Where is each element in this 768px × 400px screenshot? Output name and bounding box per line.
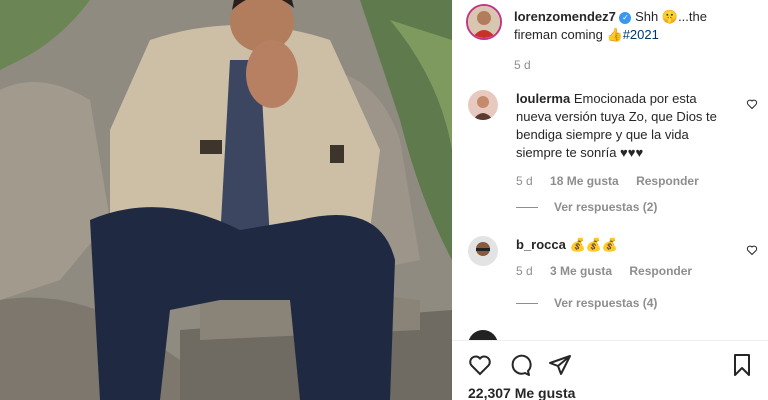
heart-icon[interactable] [746, 98, 758, 110]
author-username[interactable]: lorenzomendez7 [514, 9, 616, 24]
comment-meta: 5 d 3 Me gusta Responder [516, 264, 734, 278]
share-icon[interactable] [548, 353, 572, 377]
comments-panel: lorenzomendez7 ✓ Shh 🤫...the fireman com… [452, 0, 768, 400]
caption-line-2: fireman coming [514, 27, 603, 42]
caption-text-2: ...the [678, 9, 707, 24]
comment-item: b_rocca 💰💰💰 5 d 3 Me gusta Responder [516, 236, 734, 278]
shush-emoji: 🤫 [661, 9, 679, 24]
view-replies-button[interactable]: Ver respuestas (2) [516, 200, 756, 214]
comment-likes[interactable]: 3 Me gusta [550, 264, 612, 278]
hashtag-link[interactable]: #2021 [623, 27, 659, 42]
comment-time[interactable]: 5 d [516, 174, 533, 188]
post-photo[interactable] [0, 0, 452, 400]
comment-time[interactable]: 5 d [516, 264, 533, 278]
thumbs-emoji: 👍 [606, 27, 623, 42]
view-replies-label: Ver respuestas (4) [554, 296, 658, 310]
caption-text: Shh [635, 9, 659, 24]
comment-item: loulerma Emocionada por esta nueva versi… [516, 90, 734, 188]
verified-badge-icon: ✓ [619, 11, 632, 24]
view-replies-button[interactable]: Ver respuestas (4) [516, 296, 756, 310]
heart-icon[interactable] [746, 244, 758, 256]
commenter-avatar[interactable] [468, 90, 498, 120]
comment-meta: 5 d 18 Me gusta Responder [516, 174, 734, 188]
comment-username[interactable]: b_rocca [516, 237, 566, 252]
bookmark-icon[interactable] [730, 353, 754, 377]
commenter-avatar[interactable] [468, 236, 498, 266]
post-time[interactable]: 5 d [514, 58, 756, 72]
action-bar: 22,307 Me gusta [452, 340, 768, 400]
heart-icon[interactable] [468, 353, 492, 377]
author-avatar[interactable] [466, 4, 502, 40]
view-replies-label: Ver respuestas (2) [554, 200, 658, 214]
reply-button[interactable]: Responder [629, 264, 692, 278]
caption: lorenzomendez7 ✓ Shh 🤫...the fireman com… [514, 8, 756, 72]
photo-illustration [0, 0, 452, 400]
likes-count[interactable]: 22,307 Me gusta [468, 385, 575, 400]
comment-icon[interactable] [508, 353, 532, 377]
comment-likes[interactable]: 18 Me gusta [550, 174, 619, 188]
reply-button[interactable]: Responder [636, 174, 699, 188]
comment-username[interactable]: loulerma [516, 91, 570, 106]
comment-text: 💰💰💰 [569, 237, 619, 252]
